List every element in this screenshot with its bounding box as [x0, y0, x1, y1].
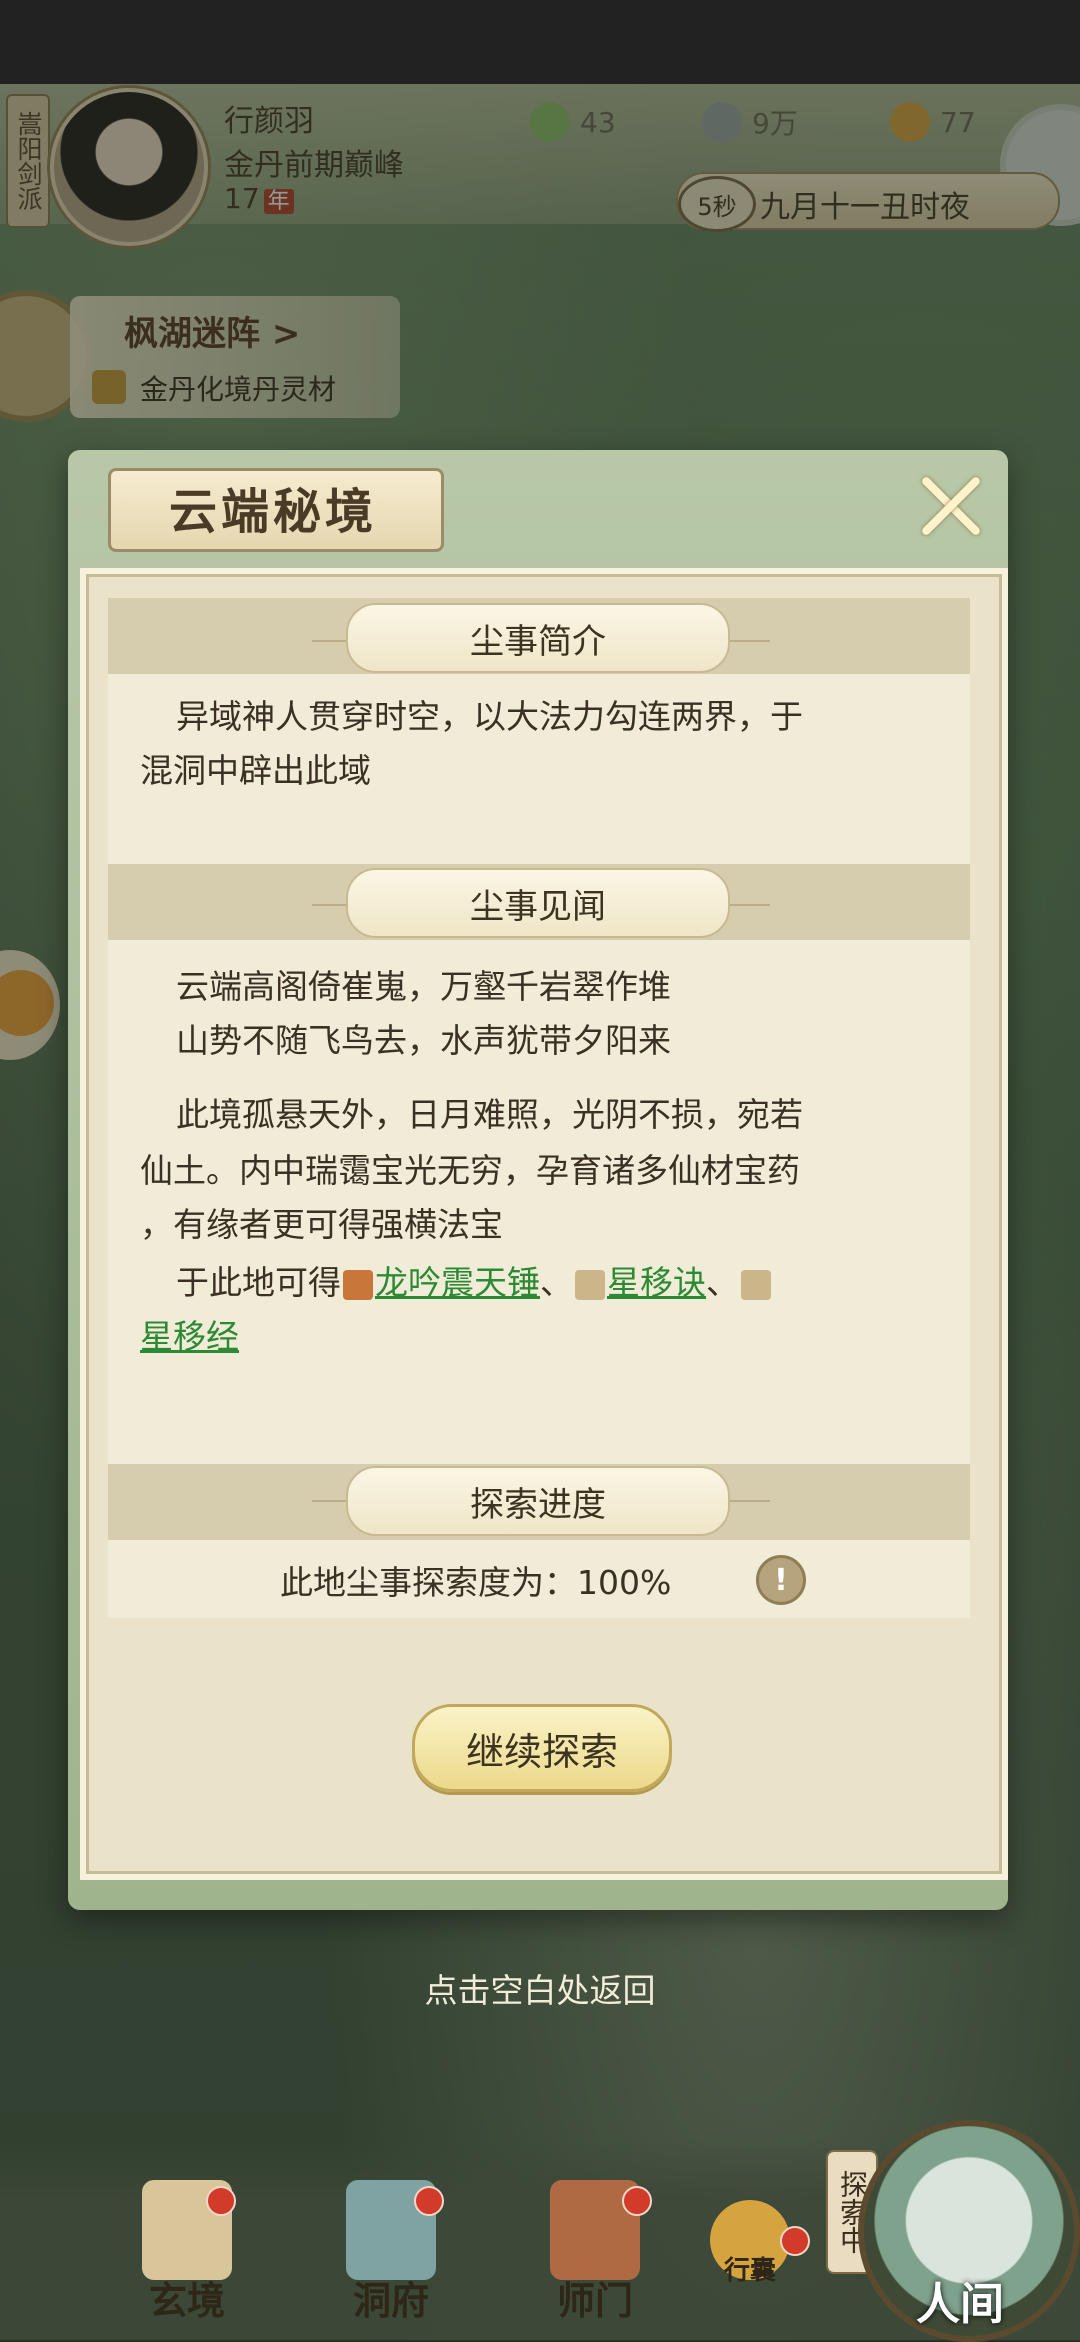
poem-line2: 山势不随飞鸟去，水声犹带夕阳来 [176, 1021, 671, 1060]
notification-dot [206, 2186, 236, 2216]
status-bar [0, 0, 1080, 84]
intro-section-label: 尘事简介 [346, 603, 730, 673]
nav-label: 师门 [556, 2278, 633, 2323]
nav-label: 玄境 [148, 2278, 225, 2323]
separator: 、 [706, 1263, 739, 1302]
dialog-title: 云端秘境 [168, 484, 377, 540]
hammer-icon [343, 1269, 373, 1300]
notification-dot [622, 2186, 652, 2216]
intro-text-line2: 混洞中辟出此域 [140, 751, 371, 790]
lore-section-label: 尘事见闻 [346, 868, 730, 938]
continue-explore-button[interactable]: 继续探索 [412, 1704, 672, 1792]
notification-dot [414, 2186, 444, 2216]
poem-line1: 云端高阁倚崔嵬，万壑千岩翠作堆 [176, 967, 671, 1006]
obtain-prefix: 于此地可得 [176, 1263, 341, 1302]
intro-text-line1: 异域神人贯穿时空，以大法力勾连两界，于 [176, 697, 803, 736]
item-link-sutra[interactable]: 星移经 [140, 1317, 239, 1356]
separator: 、 [540, 1263, 573, 1302]
desc-line1: 此境孤悬天外，日月难照，光阴不损，宛若 [176, 1095, 803, 1134]
info-icon[interactable]: ! [756, 1555, 806, 1605]
nav-label: 洞府 [352, 2278, 429, 2323]
scroll-icon [741, 1269, 771, 1300]
obtain-line: 于此地可得 龙吟震天锤、 星移诀、 [176, 1258, 773, 1308]
world-label: 人间 [916, 2279, 1004, 2330]
close-icon[interactable] [916, 470, 986, 540]
desc-line3: ，有缘者更可得强横法宝 [140, 1205, 503, 1244]
item-link-skill[interactable]: 星移诀 [607, 1263, 706, 1302]
progress-text: 此地尘事探索度为：100% [280, 1563, 672, 1602]
tap-blank-return-hint: 点击空白处返回 [424, 1971, 656, 2010]
obtain-line-2: 星移经 [140, 1312, 239, 1362]
scroll-icon [575, 1269, 605, 1300]
progress-section-label: 探索进度 [346, 1466, 730, 1536]
item-link-hammer[interactable]: 龙吟震天锤 [375, 1263, 540, 1302]
desc-line2: 仙土。内中瑞霭宝光无穷，孕育诸多仙材宝药 [140, 1151, 800, 1190]
notification-dot [780, 2226, 810, 2256]
